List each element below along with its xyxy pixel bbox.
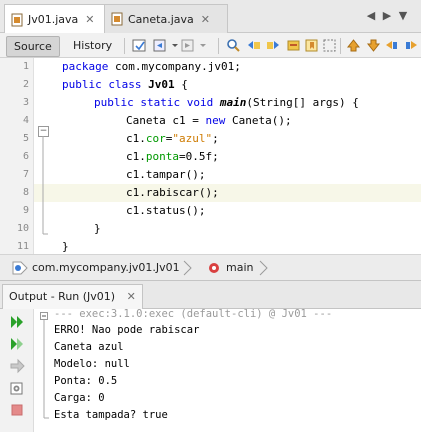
shift-line-left-icon[interactable]	[384, 38, 399, 53]
toolbar-divider	[340, 38, 341, 54]
tab-label: Jv01.java	[28, 13, 79, 26]
chevron-down-icon[interactable]: ▼	[396, 9, 410, 23]
breadcrumb-method[interactable]: main	[226, 261, 253, 274]
tab-jv01-java[interactable]: Jv01.java ✕	[4, 4, 114, 34]
previous-bookmark-icon[interactable]	[346, 38, 361, 53]
rerun-icon[interactable]	[9, 314, 25, 330]
find-previous-icon[interactable]	[246, 38, 261, 53]
find-next-icon[interactable]	[266, 38, 281, 53]
chevron-down-icon[interactable]	[198, 38, 213, 53]
editor-tab-bar: Jv01.java ✕ Caneta.java ✕ ◀ ▶ ▼	[0, 0, 421, 34]
close-icon[interactable]: ✕	[127, 290, 136, 303]
line-number: 3	[22, 97, 29, 108]
line-number: 5	[22, 133, 29, 144]
breadcrumb-separator-icon	[182, 260, 194, 279]
output-window-header: Output - Run (Jv01) ✕	[0, 281, 421, 309]
code-line: c1.ponta=0.5f;	[126, 150, 219, 163]
code-line: public class Jv01 {	[62, 78, 188, 91]
output-console[interactable]: --- exec:3.1.0:exec (default-cli) @ Jv01…	[34, 308, 421, 432]
code-line: }	[94, 222, 101, 235]
line-number: 2	[22, 79, 29, 90]
console-line: --- exec:3.1.0:exec (default-cli) @ Jv01…	[54, 308, 333, 320]
console-line: Modelo: null	[54, 358, 130, 370]
line-number: 6	[22, 151, 29, 162]
java-file-icon	[11, 13, 23, 27]
breadcrumb-separator-icon	[258, 260, 270, 279]
line-number: 11	[16, 241, 29, 252]
code-line: c1.rabiscar();	[126, 186, 219, 199]
code-line: Caneta c1 = new Caneta();	[126, 114, 292, 127]
line-number: 4	[22, 115, 29, 126]
console-line: ERRO! Nao pode rabiscar	[54, 324, 200, 336]
console-line: Esta tampada? true	[54, 409, 168, 421]
tab-output-run[interactable]: Output - Run (Jv01) ✕	[2, 284, 143, 309]
next-bookmark-icon[interactable]	[366, 38, 381, 53]
code-line: public static void main(String[] args) {	[94, 96, 359, 109]
breadcrumb: com.mycompany.jv01.Jv01 main	[0, 254, 421, 281]
code-line: c1.status();	[126, 204, 206, 217]
code-line: c1.tampar();	[126, 168, 206, 181]
tab-caneta-java[interactable]: Caneta.java ✕	[104, 4, 228, 33]
tab-label: Caneta.java	[128, 12, 194, 26]
current-line-highlight	[34, 184, 421, 202]
editor-toolbar: Source History	[0, 33, 421, 58]
back-icon[interactable]	[152, 38, 167, 53]
console-line: Caneta azul	[54, 341, 124, 353]
toggle-bookmark-icon[interactable]	[304, 38, 319, 53]
code-line: package com.mycompany.jv01;	[62, 60, 241, 73]
code-line: c1.cor="azul";	[126, 132, 219, 145]
java-file-icon	[111, 12, 123, 26]
scroll-right-icon[interactable]: ▶	[380, 9, 394, 23]
find-icon[interactable]	[226, 38, 241, 53]
code-editor[interactable]: 1 2 3 4 5 6 7 8 9 10 11 − package com.my…	[0, 58, 421, 254]
settings-icon[interactable]	[9, 380, 25, 396]
console-line: Ponta: 0.5	[54, 375, 118, 387]
line-number: 9	[22, 205, 29, 216]
rerun-with-params-icon[interactable]	[9, 336, 25, 352]
method-icon	[208, 262, 220, 277]
stop-icon[interactable]	[9, 402, 25, 418]
line-number: 1	[22, 61, 29, 72]
last-edit-icon[interactable]	[132, 38, 147, 53]
fold-guide	[42, 136, 48, 235]
history-button[interactable]: History	[66, 36, 119, 55]
toggle-highlight-icon[interactable]	[286, 38, 301, 53]
fold-guide	[40, 312, 49, 419]
line-number: 10	[16, 223, 29, 234]
breadcrumb-class[interactable]: com.mycompany.jv01.Jv01	[32, 261, 180, 274]
toolbar-divider	[124, 38, 125, 54]
source-button[interactable]: Source	[6, 36, 60, 57]
line-number-gutter: 1 2 3 4 5 6 7 8 9 10 11	[0, 58, 34, 254]
forward-icon[interactable]	[180, 38, 195, 53]
output-tab-label: Output - Run (Jv01)	[9, 290, 116, 303]
class-icon	[12, 261, 28, 278]
toolbar-divider	[218, 38, 219, 54]
line-number: 7	[22, 169, 29, 180]
output-toolbar	[0, 309, 34, 432]
close-icon[interactable]: ✕	[201, 13, 210, 26]
shift-line-right-icon[interactable]	[404, 38, 419, 53]
console-line: Carga: 0	[54, 392, 105, 404]
close-icon[interactable]: ✕	[85, 13, 94, 26]
scroll-left-icon[interactable]: ◀	[364, 9, 378, 23]
line-number: 8	[22, 187, 29, 198]
resume-icon[interactable]	[9, 358, 25, 374]
rectangular-selection-icon[interactable]	[322, 38, 337, 53]
